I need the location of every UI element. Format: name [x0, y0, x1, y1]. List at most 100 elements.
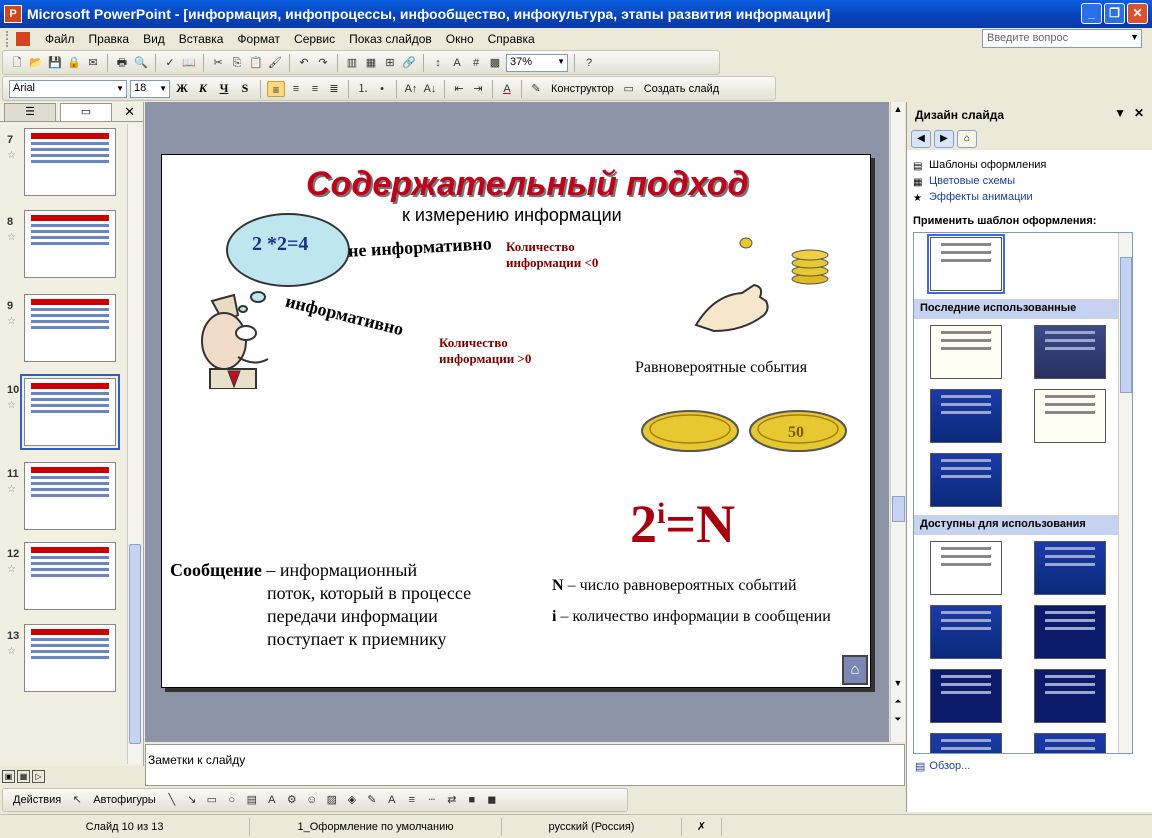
forward-icon[interactable]: ▶ — [934, 130, 954, 148]
message-definition[interactable]: Сообщение – информационный поток, которы… — [170, 559, 530, 651]
template-thumbnail[interactable] — [930, 325, 1002, 379]
increase-font-icon[interactable]: A↑ — [403, 81, 419, 97]
show-formatting-icon[interactable]: A — [449, 55, 465, 71]
autoshapes-button[interactable]: Автофигуры — [89, 794, 160, 806]
shadow-button[interactable]: S — [236, 81, 254, 96]
fill-color-icon[interactable]: ◈ — [344, 792, 360, 808]
arrow-icon[interactable]: ↘ — [184, 792, 200, 808]
help-search-input[interactable]: Введите вопрос ▼ — [982, 29, 1142, 48]
email-icon[interactable]: ✉ — [85, 55, 101, 71]
back-icon[interactable]: ◀ — [911, 130, 931, 148]
align-left-icon[interactable]: ≡ — [267, 80, 285, 97]
italic-button[interactable]: К — [194, 81, 212, 96]
link-design-templates[interactable]: ▤ Шаблоны оформления — [913, 157, 1146, 173]
close-icon[interactable]: ✕ — [1134, 106, 1144, 120]
menu-slideshow[interactable]: Показ слайдов — [342, 32, 439, 46]
thumbnails-scrollbar[interactable] — [127, 124, 141, 764]
paste-icon[interactable]: 📋 — [248, 55, 264, 71]
textbox-icon[interactable]: ▤ — [244, 792, 260, 808]
template-thumbnail[interactable] — [1034, 669, 1106, 723]
slide-canvas[interactable]: Содержательный подход к измерению информ… — [161, 154, 871, 688]
tab-slides[interactable]: ▭ — [60, 103, 112, 121]
table-grid-icon[interactable]: ⊞ — [382, 55, 398, 71]
link-animation-schemes[interactable]: ★ Эффекты анимации — [913, 189, 1146, 205]
bold-button[interactable]: Ж — [173, 81, 191, 96]
home-icon[interactable]: ⌂ — [957, 130, 977, 148]
template-thumbnail[interactable] — [1034, 541, 1106, 595]
browse-link[interactable]: ▤ Обзор... — [915, 760, 970, 773]
template-thumbnail[interactable] — [930, 669, 1002, 723]
numbering-icon[interactable]: ⒈ — [355, 81, 371, 97]
oval-icon[interactable]: ○ — [224, 792, 240, 808]
minimize-button[interactable]: _ — [1081, 3, 1102, 24]
picture-icon[interactable]: ▨ — [324, 792, 340, 808]
slide-thumbnail[interactable] — [24, 128, 116, 196]
document-icon[interactable] — [16, 32, 30, 46]
zoom-select[interactable]: 37% ▼ — [506, 53, 568, 72]
template-thumbnail[interactable] — [930, 453, 1002, 507]
grip-icon[interactable] — [6, 31, 10, 47]
line-color-icon[interactable]: ✎ — [364, 792, 380, 808]
template-thumbnail[interactable] — [1034, 733, 1106, 753]
justify-icon[interactable]: ≣ — [326, 81, 342, 97]
slideshow-view-icon[interactable]: ▷ — [32, 770, 45, 783]
save-icon[interactable]: 💾 — [47, 55, 63, 71]
template-thumbnail[interactable] — [930, 605, 1002, 659]
browse-label[interactable]: Обзор... — [929, 760, 970, 773]
permission-icon[interactable]: 🔒 — [66, 55, 82, 71]
formula-legend[interactable]: N – число равновероятных событий i – кол… — [552, 575, 852, 627]
increase-indent-icon[interactable]: ⇥ — [470, 81, 486, 97]
menu-view[interactable]: Вид — [136, 32, 172, 46]
chevron-down-icon[interactable]: ▼ — [1114, 106, 1126, 120]
shadow-style-icon[interactable]: ■ — [464, 792, 480, 808]
spelling-status-icon[interactable]: ✗ — [682, 817, 722, 836]
cut-icon[interactable]: ✂ — [210, 55, 226, 71]
font-select[interactable]: Arial ▼ — [9, 79, 127, 98]
color-grayscale-icon[interactable]: ▩ — [487, 55, 503, 71]
chevron-down-icon[interactable]: ▼ — [1130, 32, 1139, 42]
template-thumbnail[interactable] — [1034, 389, 1106, 443]
slide-thumbnail[interactable] — [24, 624, 116, 692]
slide-thumbnail[interactable] — [24, 294, 116, 362]
table-icon[interactable]: ▦ — [363, 55, 379, 71]
template-thumbnail[interactable] — [927, 234, 1005, 294]
line-icon[interactable]: ╲ — [164, 792, 180, 808]
home-icon[interactable]: ⌂ — [842, 655, 868, 685]
arrow-style-icon[interactable]: ⇄ — [444, 792, 460, 808]
format-painter-icon[interactable]: 🖌 — [267, 55, 283, 71]
template-thumbnail[interactable] — [930, 389, 1002, 443]
line-style-icon[interactable]: ≡ — [404, 792, 420, 808]
notes-pane[interactable]: Заметки к слайду — [145, 744, 905, 786]
decrease-indent-icon[interactable]: ⇤ — [451, 81, 467, 97]
designer-button[interactable]: Конструктор — [547, 83, 618, 95]
chevron-down-icon[interactable]: ▼ — [557, 57, 565, 66]
scroll-down-icon[interactable]: ▼ — [891, 678, 905, 688]
slide-thumbnail[interactable] — [20, 374, 120, 450]
chevron-down-icon[interactable]: ▼ — [159, 84, 167, 93]
undo-icon[interactable]: ↶ — [296, 55, 312, 71]
chevron-down-icon[interactable]: ▼ — [116, 84, 124, 93]
template-thumbnail[interactable] — [1034, 605, 1106, 659]
actions-button[interactable]: Действия — [9, 794, 65, 806]
help-icon[interactable]: ? — [581, 55, 597, 71]
template-thumbnail[interactable] — [1034, 325, 1106, 379]
previous-slide-icon[interactable]: ⏶ — [891, 696, 905, 707]
clipart-icon[interactable]: ☺ — [304, 792, 320, 808]
research-icon[interactable]: 📖 — [181, 55, 197, 71]
new-icon[interactable]: 🗋 — [9, 55, 25, 71]
normal-view-icon[interactable]: ▣ — [2, 770, 15, 783]
copy-icon[interactable]: ⎘ — [229, 55, 245, 71]
template-thumbnail[interactable] — [930, 541, 1002, 595]
scroll-thumb[interactable] — [892, 496, 905, 522]
align-center-icon[interactable]: ≡ — [288, 81, 304, 97]
print-preview-icon[interactable]: 🔍 — [133, 55, 149, 71]
menu-window[interactable]: Окно — [439, 32, 481, 46]
decrease-font-icon[interactable]: A↓ — [422, 81, 438, 97]
hyperlink-icon[interactable]: 🔗 — [401, 55, 417, 71]
font-color-icon[interactable]: A — [499, 81, 515, 97]
template-gallery[interactable]: Последние использованные Доступны для ис… — [913, 232, 1133, 754]
scroll-up-icon[interactable]: ▲ — [891, 104, 905, 114]
font-size-select[interactable]: 18 ▼ — [130, 79, 170, 98]
grid-icon[interactable]: # — [468, 55, 484, 71]
3d-style-icon[interactable]: ◼ — [484, 792, 500, 808]
